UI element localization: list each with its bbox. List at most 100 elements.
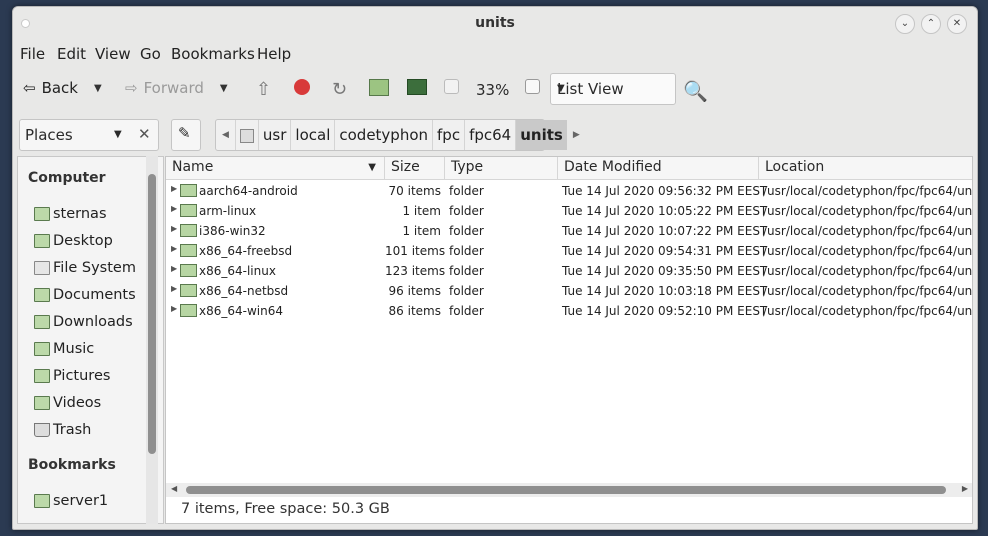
scroll-right-icon[interactable]: ▶ (962, 484, 968, 493)
table-row[interactable]: ▶ x86_64-linux 123 items folder Tue 14 J… (166, 261, 972, 281)
sidebar-item-desktop[interactable]: Desktop (34, 233, 113, 249)
file-manager-window: units ⌄ ⌃ ✕ File Edit View Go Bookmarks … (12, 6, 978, 530)
column-type[interactable]: Type (445, 157, 558, 179)
breadcrumb-fpc[interactable]: fpc (432, 120, 464, 150)
breadcrumb-usr[interactable]: usr (257, 120, 291, 150)
sidebar-scrollbar[interactable] (146, 156, 158, 524)
breadcrumb-local[interactable]: local (290, 120, 334, 150)
breadcrumb-root-icon[interactable] (234, 120, 258, 150)
table-row[interactable]: ▶ arm-linux 1 item folder Tue 14 Jul 202… (166, 201, 972, 221)
minimize-icon[interactable]: ⌄ (895, 14, 915, 34)
column-location[interactable]: Location (759, 157, 972, 179)
chevron-down-icon: ▼ (557, 83, 565, 94)
horizontal-scrollbar[interactable]: ◀ ▶ (166, 483, 972, 497)
expand-icon[interactable]: ▶ (171, 284, 177, 293)
menu-view[interactable]: View (95, 45, 131, 63)
forward-label: Forward (143, 79, 204, 97)
column-name[interactable]: Name ▼ (166, 157, 385, 179)
back-arrow-icon: ⇦ (23, 79, 36, 97)
breadcrumb-codetyphon[interactable]: codetyphon (334, 120, 432, 150)
breadcrumb-right-icon[interactable]: ▶ (567, 130, 586, 140)
folder-icon (180, 224, 197, 237)
home-icon[interactable] (369, 79, 389, 96)
expand-icon[interactable]: ▶ (171, 244, 177, 253)
up-icon[interactable]: ⇧ (256, 79, 271, 100)
folder-icon (180, 264, 197, 277)
trash-icon (34, 423, 50, 437)
zoom-out-icon[interactable] (444, 79, 459, 94)
menu-go[interactable]: Go (140, 45, 161, 63)
file-size: 1 item (402, 204, 441, 218)
forward-arrow-icon: ⇨ (125, 79, 138, 97)
sidebar-item-server1[interactable]: server1 (34, 493, 108, 509)
file-location: /usr/local/codetyphon/fpc/fpc64/units (763, 204, 973, 218)
table-row[interactable]: ▶ x86_64-win64 86 items folder Tue 14 Ju… (166, 301, 972, 321)
expand-icon[interactable]: ▶ (171, 184, 177, 193)
table-row[interactable]: ▶ i386-win32 1 item folder Tue 14 Jul 20… (166, 221, 972, 241)
file-location: /usr/local/codetyphon/fpc/fpc64/units (763, 304, 973, 318)
back-button[interactable]: ⇦ Back ▼ (23, 79, 102, 97)
menu-file[interactable]: File (20, 45, 45, 63)
file-size: 1 item (402, 224, 441, 238)
view-mode-select[interactable]: List View ▼ (550, 73, 676, 105)
file-type: folder (449, 184, 484, 198)
sidebar-item-trash[interactable]: Trash (34, 422, 91, 438)
file-type: folder (449, 224, 484, 238)
file-list: Name ▼ Size Type Date Modified Location ▶… (165, 156, 973, 524)
breadcrumb-units[interactable]: units (515, 120, 567, 150)
menu-edit[interactable]: Edit (57, 45, 86, 63)
sidebar-item-downloads[interactable]: Downloads (34, 314, 133, 330)
menu-bookmarks[interactable]: Bookmarks (171, 45, 255, 63)
forward-history-icon[interactable]: ▼ (220, 83, 228, 94)
reload-icon[interactable]: ↻ (332, 79, 347, 100)
sidebar-item-pictures[interactable]: Pictures (34, 368, 110, 384)
expand-icon[interactable]: ▶ (171, 224, 177, 233)
file-size: 123 items (385, 264, 446, 278)
computer-icon[interactable] (407, 79, 427, 95)
column-size[interactable]: Size (385, 157, 445, 179)
sidebar-scroll-thumb[interactable] (148, 174, 156, 454)
sidebar-item-music[interactable]: Music (34, 341, 94, 357)
breadcrumb-fpc64[interactable]: fpc64 (464, 120, 515, 150)
table-row[interactable]: ▶ x86_64-netbsd 96 items folder Tue 14 J… (166, 281, 972, 301)
close-icon[interactable]: ✕ (947, 14, 967, 34)
breadcrumb-left-icon[interactable]: ◀ (216, 130, 235, 140)
file-date: Tue 14 Jul 2020 09:52:10 PM EEST (562, 304, 768, 318)
zoom-in-icon[interactable] (525, 79, 540, 94)
places-select[interactable]: Places ▼ ✕ (19, 119, 159, 151)
table-row[interactable]: ▶ x86_64-freebsd 101 items folder Tue 14… (166, 241, 972, 261)
menubar: File Edit View Go Bookmarks Help (13, 43, 977, 67)
column-date-modified[interactable]: Date Modified (558, 157, 759, 179)
back-label: Back (41, 79, 78, 97)
sidebar-item-videos[interactable]: Videos (34, 395, 101, 411)
horizontal-scroll-thumb[interactable] (186, 486, 946, 494)
table-row[interactable]: ▶ aarch64-android 70 items folder Tue 14… (166, 181, 972, 201)
file-name: i386-win32 (199, 224, 266, 238)
search-icon[interactable]: 🔍 (683, 79, 708, 103)
breadcrumb: ◀ usr local codetyphon fpc fpc64 units ▶ (215, 119, 580, 151)
toggle-location-entry-button[interactable]: ✎ (171, 119, 201, 151)
expand-icon[interactable]: ▶ (171, 304, 177, 313)
file-location: /usr/local/codetyphon/fpc/fpc64/units (763, 184, 973, 198)
location-bar: Places ▼ ✕ ✎ ◀ usr local codetyphon fpc … (13, 115, 977, 155)
file-size: 70 items (388, 184, 441, 198)
sidebar-item-documents[interactable]: Documents (34, 287, 136, 303)
close-sidebar-icon[interactable]: ✕ (138, 125, 151, 143)
stop-icon[interactable] (294, 79, 310, 95)
maximize-icon[interactable]: ⌃ (921, 14, 941, 34)
status-bar-text: 7 items, Free space: 50.3 GB (181, 501, 390, 517)
file-type: folder (449, 204, 484, 218)
file-type: folder (449, 284, 484, 298)
file-name: arm-linux (199, 204, 257, 218)
expand-icon[interactable]: ▶ (171, 204, 177, 213)
forward-button[interactable]: ⇨ Forward ▼ (125, 79, 228, 97)
file-location: /usr/local/codetyphon/fpc/fpc64/units (763, 264, 973, 278)
sidebar-item-file-system[interactable]: File System (34, 260, 136, 276)
sidebar-item-sternas[interactable]: sternas (34, 206, 107, 222)
scroll-left-icon[interactable]: ◀ (171, 484, 177, 493)
sidebar-item-label: Downloads (53, 314, 133, 330)
menu-help[interactable]: Help (257, 45, 291, 63)
expand-icon[interactable]: ▶ (171, 264, 177, 273)
videos-folder-icon (34, 396, 50, 410)
back-history-icon[interactable]: ▼ (94, 83, 102, 94)
